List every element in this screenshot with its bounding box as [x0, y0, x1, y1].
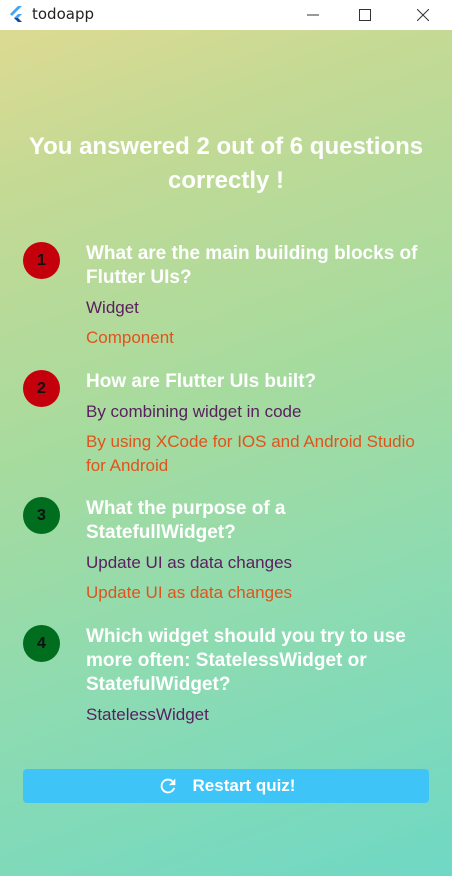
- results-screen: You answered 2 out of 6 questions correc…: [0, 30, 452, 876]
- user-answer: StatelessWidget: [86, 705, 209, 724]
- question-number-badge: 2: [23, 370, 60, 407]
- question-text: What are the main building blocks of Flu…: [86, 243, 418, 288]
- question-text: How are Flutter UIs built?: [86, 371, 317, 392]
- maximize-icon: [359, 9, 371, 21]
- restart-icon: [160, 778, 175, 794]
- question-number-badge: 4: [23, 625, 60, 662]
- user-answer: By combining widget in code: [86, 402, 302, 421]
- question-text: What the purpose of a StatefullWidget?: [86, 498, 286, 543]
- correct-answer: By using XCode for IOS and Android Studi…: [86, 432, 415, 475]
- maximize-button[interactable]: [342, 0, 388, 30]
- window-titlebar: todoapp: [0, 0, 452, 30]
- result-body: What the purpose of a StatefullWidget? U…: [86, 497, 426, 605]
- score-summary: You answered 2 out of 6 questions correc…: [28, 133, 424, 194]
- result-body: What are the main building blocks of Flu…: [86, 242, 426, 350]
- question-number-badge: 3: [23, 497, 60, 534]
- minimize-button[interactable]: [290, 0, 336, 30]
- question-number: 4: [37, 634, 46, 652]
- user-answer: Update UI as data changes: [86, 553, 293, 572]
- restart-quiz-button[interactable]: Restart quiz!: [23, 769, 429, 803]
- restart-quiz-label: Restart quiz!: [192, 776, 296, 795]
- correct-answer: Component: [86, 328, 174, 347]
- result-body: Which widget should you try to use more …: [86, 625, 426, 727]
- result-body: How are Flutter UIs built? By combining …: [86, 370, 426, 478]
- minimize-icon: [307, 14, 319, 16]
- question-number: 3: [37, 506, 46, 524]
- question-text: Which widget should you try to use more …: [86, 626, 406, 695]
- flutter-logo-icon: [10, 6, 22, 22]
- correct-answer: Update UI as data changes: [86, 583, 293, 602]
- question-number-badge: 1: [23, 242, 60, 279]
- window-title: todoapp: [32, 5, 94, 23]
- close-button[interactable]: [400, 0, 446, 30]
- user-answer: Widget: [86, 298, 139, 317]
- question-number: 2: [37, 379, 46, 397]
- question-number: 1: [37, 251, 46, 269]
- close-icon: [417, 9, 429, 21]
